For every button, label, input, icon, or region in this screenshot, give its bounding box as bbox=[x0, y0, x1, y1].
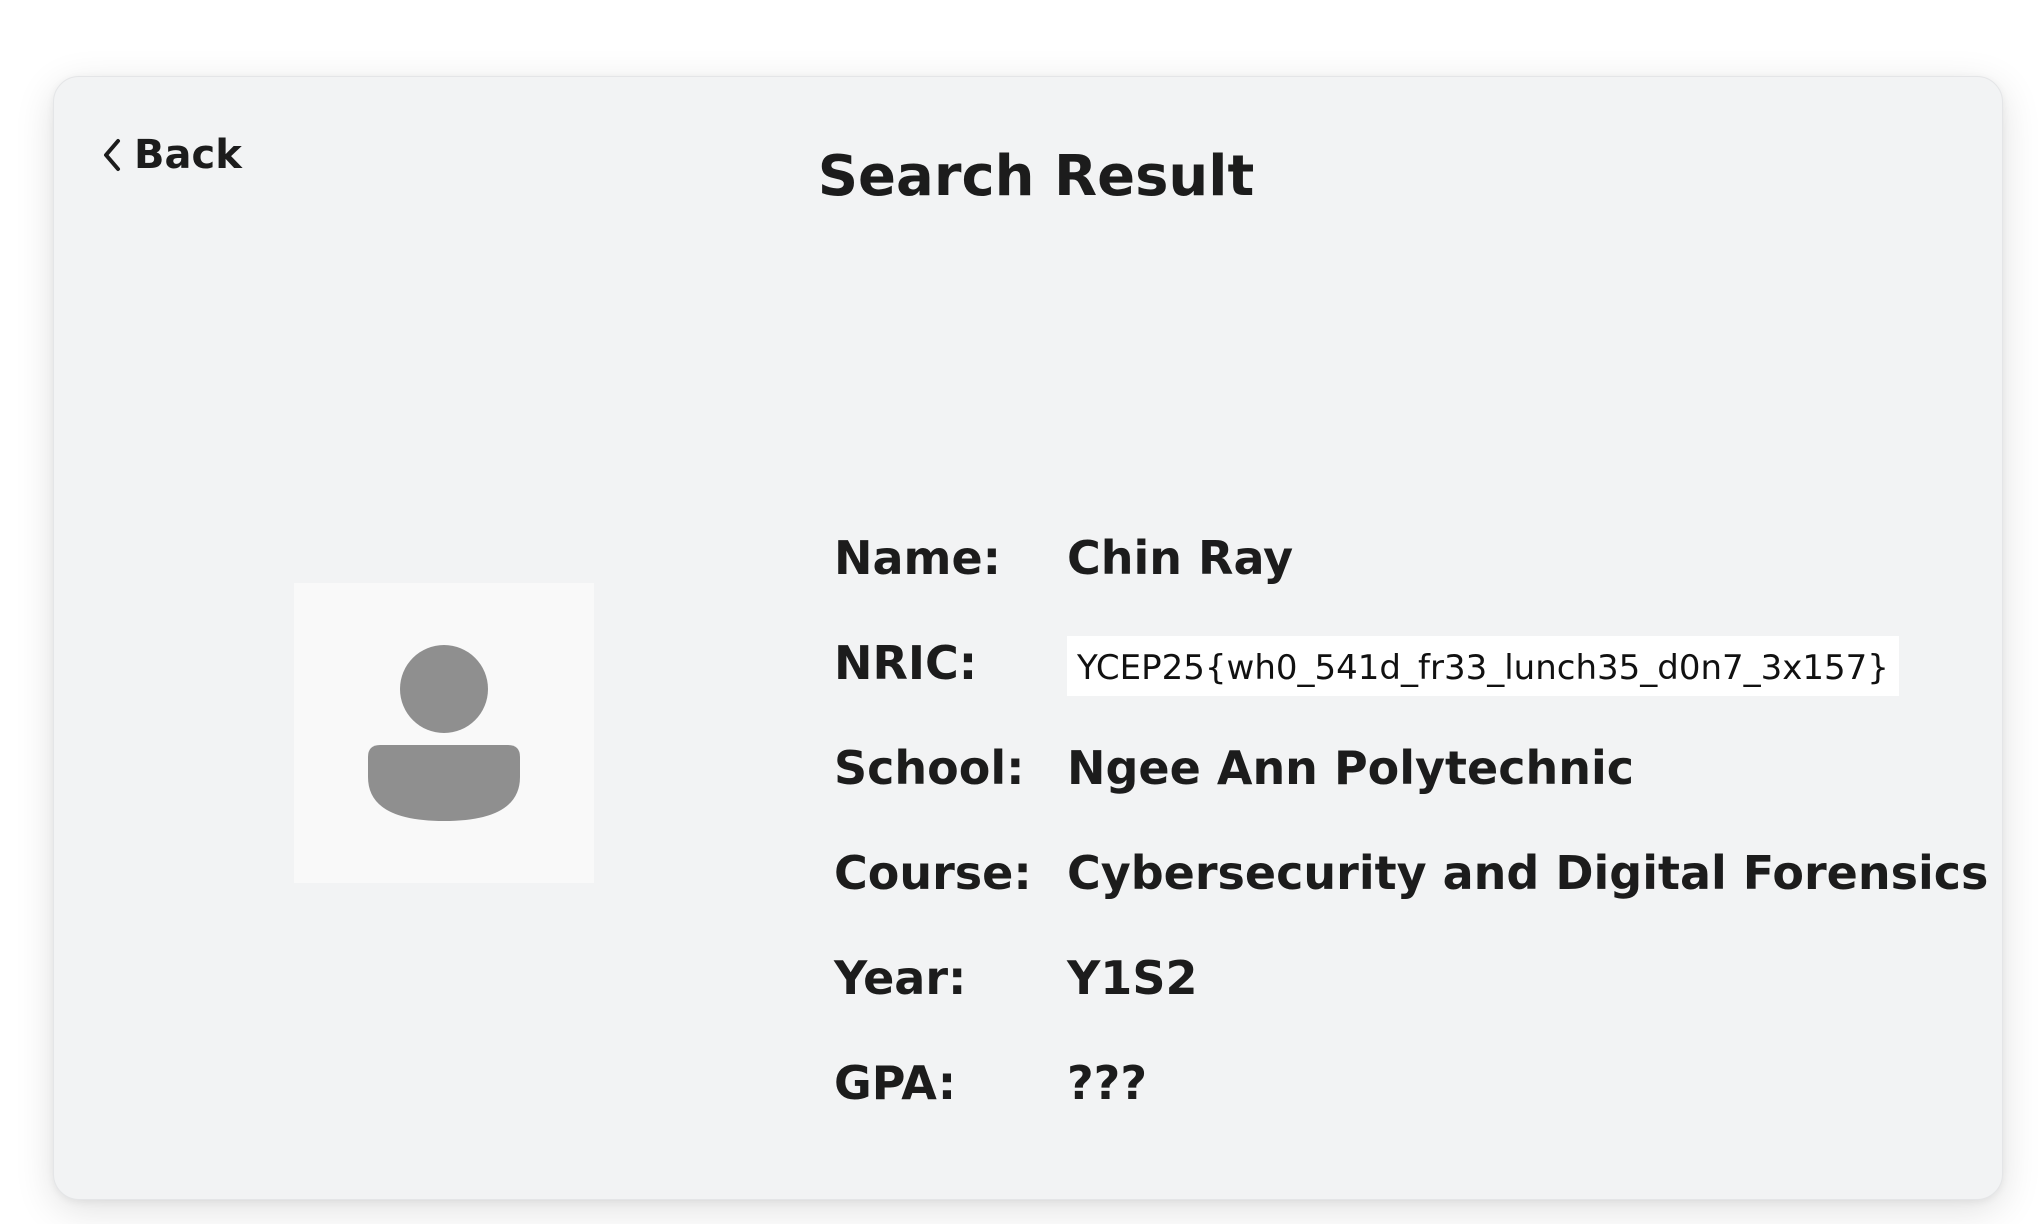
nric-row: NRIC: YCEP25{wh0_541d_fr33_lunch35_d0n7_… bbox=[834, 610, 1988, 715]
year-value: Y1S2 bbox=[1067, 950, 1198, 1005]
course-value: Cybersecurity and Digital Forensics bbox=[1067, 845, 1989, 900]
gpa-row: GPA: ??? bbox=[834, 1030, 1988, 1135]
result-card: Back Search Result Name: Chin Ray NRIC: … bbox=[53, 76, 2003, 1200]
gpa-value: ??? bbox=[1067, 1055, 1148, 1110]
gpa-label: GPA: bbox=[834, 1055, 957, 1110]
year-row: Year: Y1S2 bbox=[834, 925, 1988, 1030]
nric-label: NRIC: bbox=[834, 635, 978, 690]
avatar bbox=[294, 583, 594, 883]
name-row: Name: Chin Ray bbox=[834, 505, 1988, 610]
name-label: Name: bbox=[834, 530, 1002, 585]
school-value: Ngee Ann Polytechnic bbox=[1067, 740, 1635, 795]
school-label: School: bbox=[834, 740, 1025, 795]
course-row: Course: Cybersecurity and Digital Forens… bbox=[834, 820, 1988, 925]
page-title: Search Result bbox=[817, 144, 1255, 209]
course-label: Course: bbox=[834, 845, 1032, 900]
year-label: Year: bbox=[834, 950, 967, 1005]
nric-value: YCEP25{wh0_541d_fr33_lunch35_d0n7_3x157} bbox=[1067, 635, 1899, 696]
school-row: School: Ngee Ann Polytechnic bbox=[834, 715, 1988, 820]
name-value: Chin Ray bbox=[1067, 530, 1294, 585]
student-details: Name: Chin Ray NRIC: YCEP25{wh0_541d_fr3… bbox=[834, 505, 1988, 1135]
